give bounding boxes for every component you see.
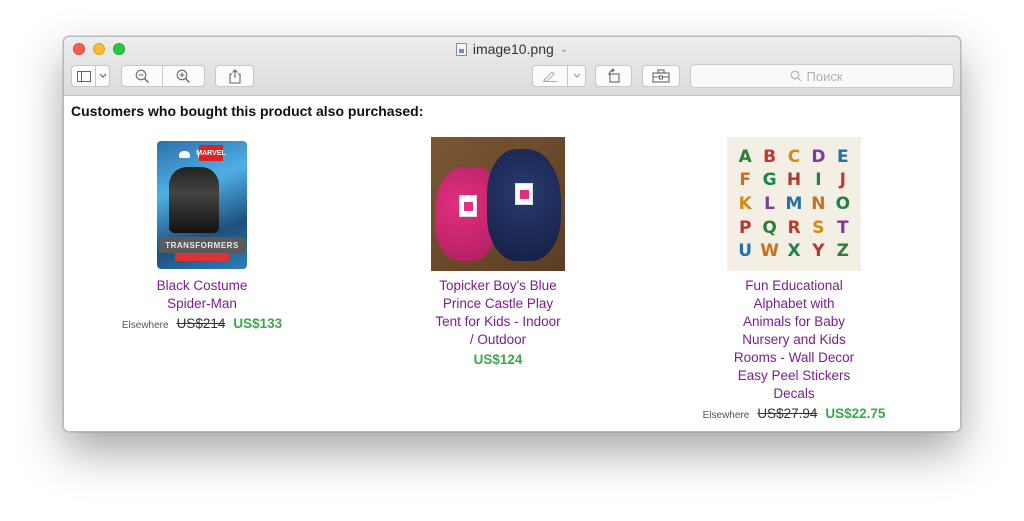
alphabet-letter: R [787, 217, 801, 238]
zoom-in-button[interactable] [163, 65, 205, 87]
toolbox-button[interactable] [642, 65, 680, 87]
old-price: US$27.94 [757, 406, 818, 421]
alphabet-letter: S [812, 217, 825, 238]
elsewhere-label: Elsewhere [702, 410, 750, 421]
alphabet-letter: B [763, 146, 777, 167]
sidebar-menu-button[interactable] [96, 65, 110, 87]
alphabet-letter: H [786, 170, 802, 191]
alphabet-letter: J [839, 170, 846, 191]
product-image[interactable]: MARVEL TRANSFORMERS [135, 137, 269, 271]
markup-button[interactable] [532, 65, 568, 87]
search-icon [790, 70, 801, 82]
product-name-line: Rooms - Wall Decor [733, 350, 855, 365]
alphabet-letter: D [811, 146, 826, 167]
navy-tent [487, 149, 561, 261]
current-price: US$124 [473, 352, 523, 367]
alphabet-letter: C [787, 146, 801, 167]
titlebar: image10.png ⌄ [64, 37, 960, 96]
markup-menu-button[interactable] [568, 65, 586, 87]
product-name-line: Prince Castle Play [442, 296, 554, 311]
alphabet-letter: L [764, 193, 776, 214]
product-name-line: / Outdoor [469, 332, 527, 347]
package-stripe [175, 253, 229, 261]
alphabet-letter: X [787, 241, 801, 262]
sidebar-icon [76, 70, 91, 82]
product-card: Topicker Boy's Blue Prince Castle Play T… [431, 137, 565, 367]
product-name-line: Alphabet with [753, 296, 835, 311]
alphabet-letter: T [836, 217, 849, 238]
alphabet-letter: M [785, 193, 803, 214]
transformers-logo: TRANSFORMERS [159, 237, 245, 253]
tent-label [459, 195, 477, 217]
product-card: ABCDE FGHIJ KLMNO PQRST UWXYZ Fun Educationa… [703, 137, 885, 421]
zoom-out-button[interactable] [121, 65, 163, 87]
document-content: Customers who bought this product also p… [64, 97, 960, 431]
chevron-down-icon [99, 73, 106, 78]
product-name-line: Black Costume [156, 278, 248, 293]
price-row: Elsewhere US$27.94 US$22.75 [703, 406, 886, 421]
image-file-icon [455, 42, 467, 56]
product-name-line: Topicker Boy's Blue [439, 278, 557, 293]
old-price: US$214 [176, 316, 226, 331]
alphabet-letter: G [762, 170, 777, 191]
product-card: MARVEL TRANSFORMERS Black Costume Spider… [122, 137, 282, 331]
rotate-button[interactable] [595, 65, 632, 87]
toy-figure [169, 167, 219, 233]
alphabet-letter: F [739, 170, 751, 191]
search-input[interactable] [806, 68, 855, 84]
preview-window: image10.png ⌄ Поиск Customers who bought… [63, 36, 961, 432]
search-field[interactable] [690, 64, 954, 88]
sidebar-toggle-group [71, 65, 110, 87]
share-button[interactable] [215, 65, 254, 87]
chevron-down-icon [573, 73, 580, 78]
alphabet-letter: P [738, 217, 752, 238]
alphabet-letter: A [738, 146, 752, 167]
current-price: US$133 [233, 316, 283, 331]
product-name-line: Spider-Man [167, 296, 237, 311]
alphabet-letter: K [738, 193, 752, 214]
tent-label [515, 183, 533, 205]
alphabet-letter: N [811, 193, 826, 214]
alphabet-letter: I [815, 170, 822, 191]
alphabet-letter: W [760, 241, 779, 262]
pen-icon [543, 71, 557, 82]
product-name-line: Fun Educational [745, 278, 843, 293]
alphabet-letter: Q [762, 217, 777, 238]
share-icon [228, 68, 241, 84]
markup-group [532, 65, 586, 87]
window-title[interactable]: image10.png ⌄ [64, 39, 960, 59]
chevron-down-icon: ⌄ [559, 43, 569, 55]
alphabet-sticker-grid: ABCDE FGHIJ KLMNO PQRST UWXYZ [733, 145, 855, 263]
zoom-out-icon [135, 69, 149, 83]
product-image[interactable] [431, 137, 565, 271]
zoom-group [121, 65, 205, 87]
product-link[interactable]: Black Costume Spider-Man [157, 277, 248, 313]
marvel-logo: MARVEL [196, 145, 226, 161]
alphabet-letter: E [836, 146, 849, 167]
product-link[interactable]: Fun Educational Alphabet with Animals fo… [719, 277, 869, 403]
alphabet-letter: Z [836, 241, 849, 262]
window-title-text: image10.png [472, 41, 554, 57]
rotate-icon [607, 68, 620, 83]
zoom-in-icon [176, 69, 190, 83]
product-name-line: Nursery and Kids [742, 332, 846, 347]
product-link[interactable]: Topicker Boy's Blue Prince Castle Play T… [418, 277, 578, 349]
price-row: US$124 [474, 352, 523, 367]
page-heading: Customers who bought this product also p… [71, 103, 424, 119]
product-name-line: Animals for Baby [742, 314, 846, 329]
alphabet-letter: U [738, 241, 753, 262]
current-price: US$22.75 [825, 406, 886, 421]
price-row: Elsewhere US$214 US$133 [122, 316, 282, 331]
product-name-line: Decals [773, 386, 815, 401]
elsewhere-label: Elsewhere [121, 320, 169, 331]
product-image[interactable]: ABCDE FGHIJ KLMNO PQRST UWXYZ [727, 137, 861, 271]
alphabet-letter: Y [812, 241, 825, 262]
alphabet-letter: O [835, 193, 851, 214]
product-name-line: Easy Peel Stickers [737, 368, 851, 383]
product-name-line: Tent for Kids - Indoor [435, 314, 561, 329]
sidebar-toggle-button[interactable] [71, 65, 96, 87]
toolbox-icon [652, 69, 670, 83]
